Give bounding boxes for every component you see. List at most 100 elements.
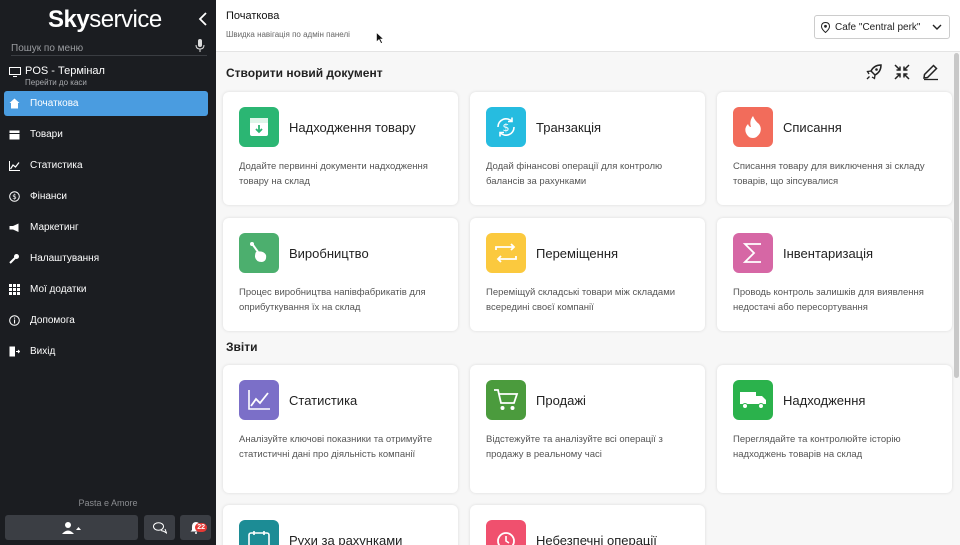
page-subtitle: Швидка навігація по адмін панелі: [226, 30, 350, 39]
search-input[interactable]: [11, 43, 181, 54]
sidebar-item-help[interactable]: Допомога: [4, 308, 208, 333]
monitor-icon: [9, 67, 21, 77]
box-icon: [8, 129, 20, 141]
card-icon-sales: [486, 380, 526, 420]
report-card-sales[interactable]: Продажі Відстежуйте та аналізуйте всі оп…: [470, 365, 705, 493]
logout-icon: [8, 346, 20, 358]
sidebar-item-products[interactable]: Товари: [4, 122, 208, 147]
sidebar-item-statistics[interactable]: Статистика: [4, 153, 208, 178]
card-title: Надходження: [783, 393, 866, 408]
sidebar-item-label: Допомога: [30, 315, 75, 326]
collapse-icon[interactable]: [893, 63, 911, 81]
chat-button[interactable]: [144, 515, 175, 540]
chat-icon: [152, 521, 167, 534]
reports-title: Звіти: [226, 340, 258, 354]
card-icon-transfer: [486, 233, 526, 273]
sidebar-item-label: Статистика: [30, 160, 83, 171]
notifications-badge: 22: [195, 523, 207, 532]
card-title: Рухи за рахунками: [289, 533, 403, 545]
toolbar: [864, 63, 944, 83]
rocket-icon[interactable]: [865, 63, 883, 81]
sidebar-item-settings[interactable]: Налаштування: [4, 246, 208, 271]
card-title: Списання: [783, 120, 842, 135]
card-title: Виробництво: [289, 246, 369, 261]
sidebar-item-label: Вихід: [30, 346, 56, 357]
shopping-cart-icon: [494, 389, 519, 410]
card-icon-box: [239, 107, 279, 147]
sidebar: Skyservice POS - Термінал Перейти до кас…: [0, 0, 216, 545]
card-icon-receipts: [733, 380, 773, 420]
sidebar-item-label: Маркетинг: [30, 222, 79, 233]
report-card-dangerous-operations[interactable]: Небезпечні операції: [470, 505, 705, 545]
scrollbar[interactable]: [954, 53, 959, 378]
company-name: Pasta e Amore: [78, 498, 138, 508]
dollar-cycle-icon: $: [497, 117, 515, 137]
card-title: Переміщення: [536, 246, 619, 261]
map-pin-icon: [821, 21, 830, 33]
card-icon-dangerous-operations: [486, 520, 526, 545]
pos-terminal-link[interactable]: POS - Термінал Перейти до каси: [9, 64, 209, 88]
notifications-button[interactable]: 22: [180, 515, 211, 540]
sidebar-item-finance[interactable]: $ Фінанси: [4, 184, 208, 209]
card-description: Відстежуйте та аналізуйте всі операції з…: [486, 434, 663, 460]
sidebar-item-marketing[interactable]: Маркетинг: [4, 215, 208, 240]
card-description: Переглядайте та контролюйте історію надх…: [733, 434, 901, 460]
svg-text:$: $: [12, 193, 16, 201]
home-icon: [8, 98, 20, 110]
doc-card-write-off[interactable]: Списання Списання товару для виключення …: [717, 92, 952, 205]
card-icon-transaction: $: [486, 107, 526, 147]
flame-icon: [745, 116, 761, 138]
megaphone-icon: [8, 222, 20, 234]
card-description: Списання товару для виключення зі складу…: [733, 161, 925, 187]
sidebar-item-label: Мої додатки: [30, 284, 87, 295]
card-description: Проводь контроль залишків для виявлення …: [733, 287, 924, 313]
card-title: Небезпечні операції: [536, 533, 657, 545]
report-card-statistics[interactable]: Статистика Аналізуйте ключові показники …: [223, 365, 458, 493]
card-icon-account-movements: [239, 520, 279, 545]
card-title: Надходження товару: [289, 120, 416, 135]
wrench-icon: [8, 253, 20, 265]
logo[interactable]: Skyservice: [48, 6, 162, 34]
page-title: Початкова: [226, 10, 280, 22]
card-icon-production: [239, 233, 279, 273]
sidebar-item-label: Початкова: [30, 98, 79, 109]
edit-icon[interactable]: [921, 63, 939, 81]
main-content: Створити новий документ Надходження това…: [216, 53, 960, 545]
user-icon: [61, 521, 81, 534]
sidebar-item-home[interactable]: Початкова: [4, 91, 208, 116]
create-document-title: Створити новий документ: [226, 66, 383, 80]
sidebar-nav: Початкова Товари Статистика $ Фінанси Ма…: [4, 91, 208, 370]
header: Початкова Швидка навігація по адмін пане…: [216, 0, 960, 52]
doc-card-stock-receipt[interactable]: Надходження товару Додайте первинні доку…: [223, 92, 458, 205]
line-chart-icon: [248, 390, 270, 410]
report-card-receipts[interactable]: Надходження Переглядайте та контролюйте …: [717, 365, 952, 493]
doc-card-production[interactable]: Виробництво Процес виробництва напівфабр…: [223, 218, 458, 331]
sidebar-item-label: Фінанси: [30, 191, 68, 202]
logo-row: Skyservice: [0, 0, 216, 38]
doc-card-inventory[interactable]: Інвентаризація Проводь контроль залишків…: [717, 218, 952, 331]
menu-search: [11, 38, 207, 56]
card-title: Продажі: [536, 393, 586, 408]
sidebar-bottom-bar: 22: [5, 515, 211, 540]
doc-card-transfer[interactable]: Переміщення Переміщуй складські товари м…: [470, 218, 705, 331]
card-description: Додайте первинні документи надходження т…: [239, 161, 428, 187]
chevron-left-icon[interactable]: [196, 10, 210, 28]
sigma-icon: [742, 243, 761, 263]
sidebar-item-my-apps[interactable]: Мої додатки: [4, 277, 208, 302]
calendar-arrows-icon: [248, 531, 270, 545]
sidebar-item-logout[interactable]: Вихід: [4, 339, 208, 364]
card-icon-statistics: [239, 380, 279, 420]
location-selector[interactable]: Cafe "Central perk": [814, 15, 950, 39]
swap-arrows-icon: [495, 243, 517, 263]
microphone-icon[interactable]: [195, 39, 205, 53]
card-icon-write-off: [733, 107, 773, 147]
doc-card-transaction[interactable]: $ Транзакція Додай фінансові операції дл…: [470, 92, 705, 205]
sidebar-item-label: Товари: [30, 129, 63, 140]
user-menu-button[interactable]: [5, 515, 138, 540]
grid-icon: [8, 284, 20, 296]
alarm-icon: [497, 532, 515, 545]
chart-icon: [8, 160, 20, 172]
card-description: Процес виробництва напівфабрикатів для о…: [239, 287, 426, 313]
card-title: Транзакція: [536, 120, 602, 135]
report-card-account-movements[interactable]: Рухи за рахунками: [223, 505, 458, 545]
